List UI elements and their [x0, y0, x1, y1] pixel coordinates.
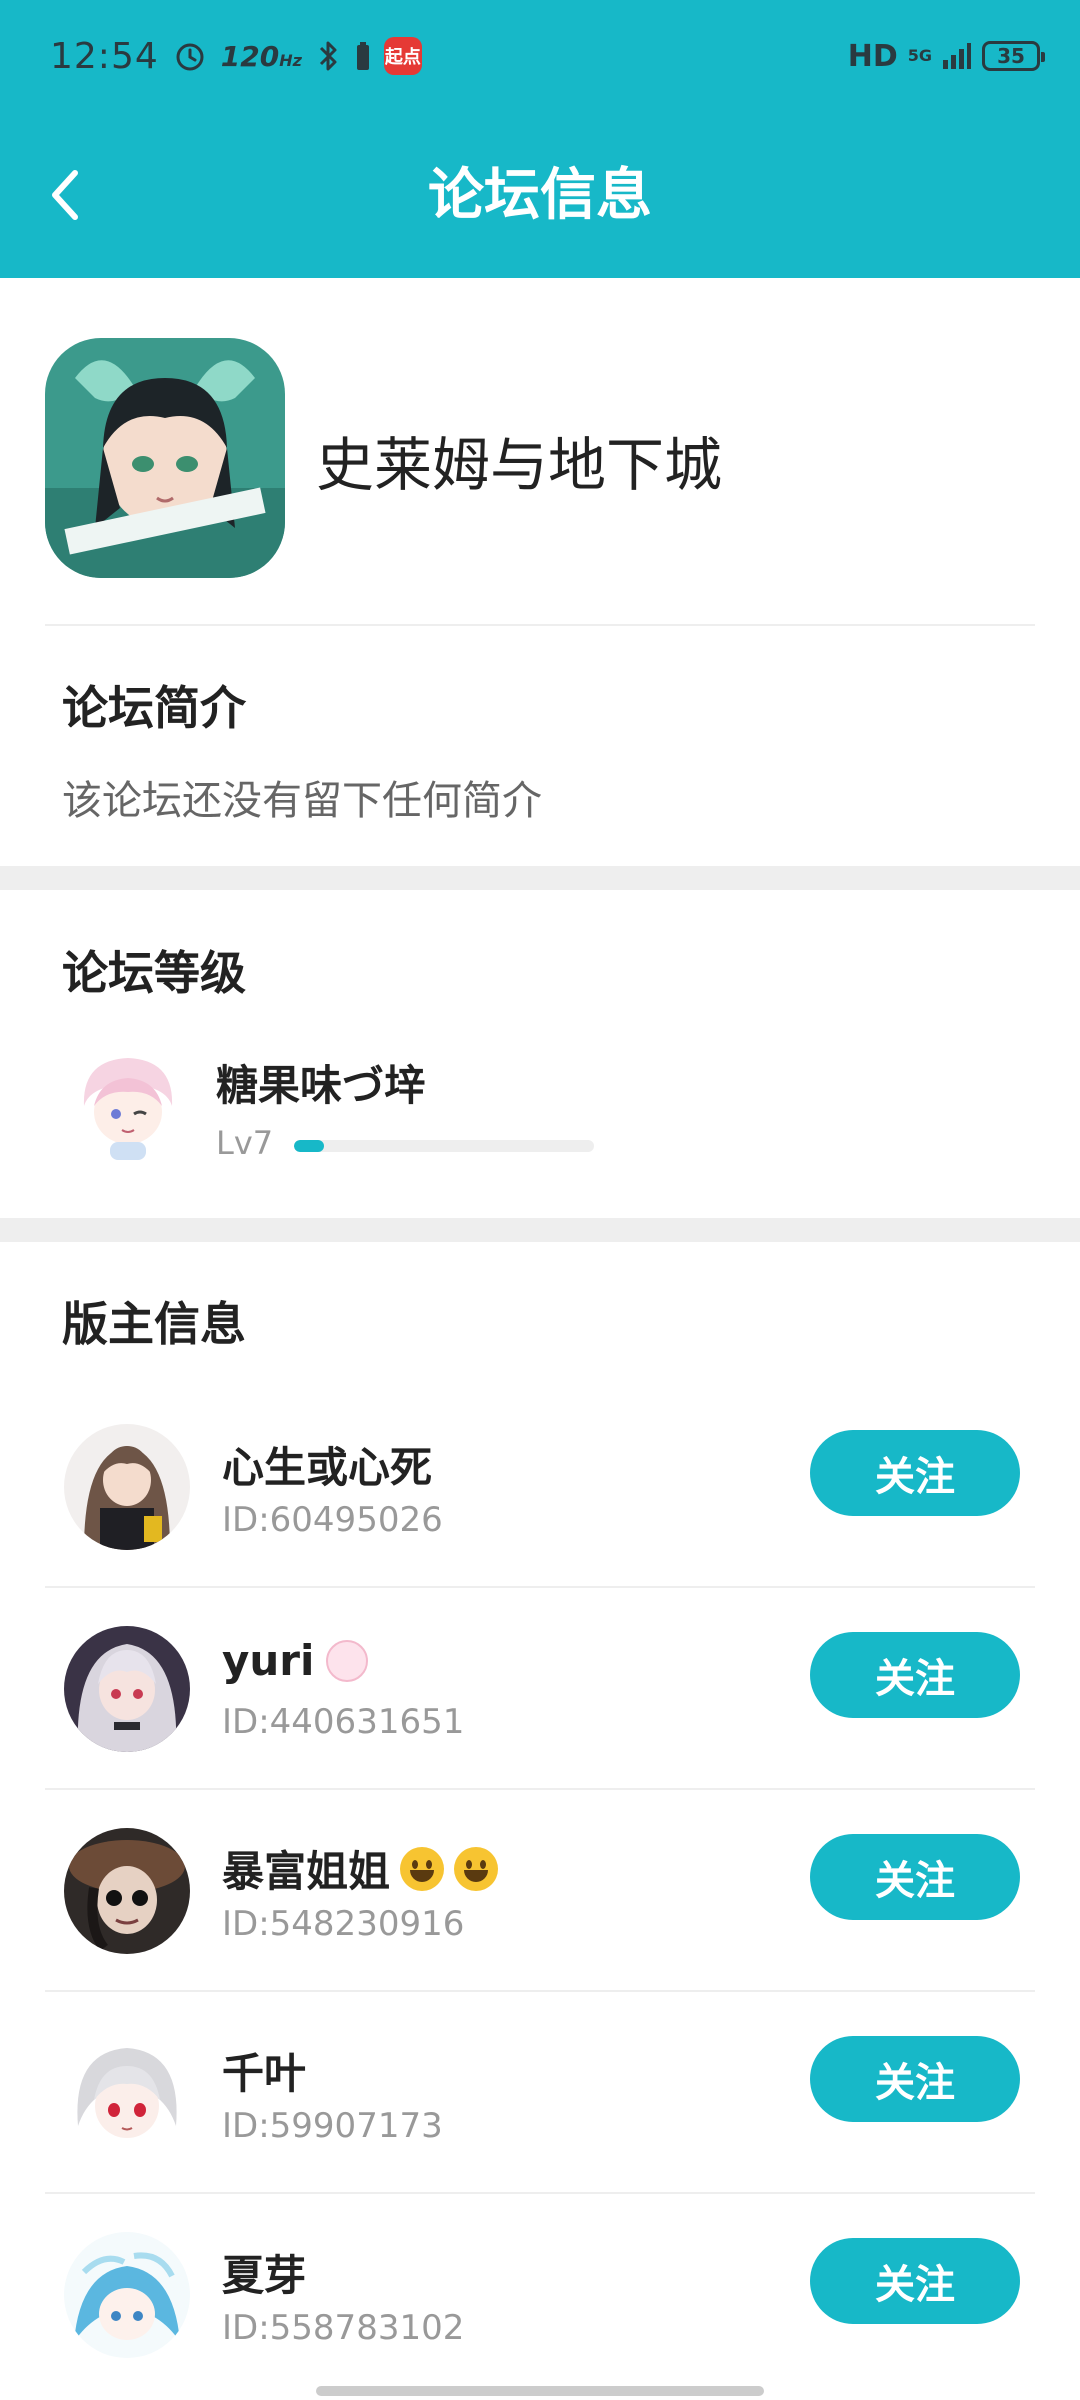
follow-button[interactable]: 关注 [810, 1834, 1020, 1920]
level-label: Lv7 [216, 1124, 274, 1162]
app-header: 12:54 120Hz 起点 HD 5G 35 论坛信息 [0, 0, 1080, 278]
page-title: 论坛信息 [428, 163, 652, 228]
section-separator [0, 866, 1080, 890]
moderator-name: 夏芽 [222, 2242, 306, 2303]
moderator-id: ID:60495026 [222, 1500, 443, 1540]
moderator-avatar[interactable] [64, 1626, 190, 1752]
refresh-rate-unit: Hz [279, 50, 302, 70]
moderator-name-text: 夏芽 [222, 2251, 307, 2300]
forum-avatar [45, 338, 285, 578]
follow-button[interactable]: 关注 [810, 1430, 1020, 1516]
signal-icon [942, 42, 972, 70]
moderator-id: ID:548230916 [222, 1904, 465, 1944]
moderator-id: ID:440631651 [222, 1702, 465, 1742]
user-avatar[interactable] [70, 1046, 186, 1162]
moderator-name: 暴富姐姐 [222, 1838, 499, 1899]
moderator-row[interactable]: 夏芽 ID:558783102 关注 [0, 2194, 1080, 2396]
level-user-name: 糖果味づ垶 [216, 1061, 427, 1110]
moderator-name-text: 心生或心死 [222, 1443, 433, 1492]
status-time: 12:54 [50, 35, 159, 77]
forum-divider [45, 624, 1035, 626]
moderator-name-text: yuri [222, 1636, 315, 1685]
follow-button[interactable]: 关注 [810, 1632, 1020, 1718]
level-section-title: 论坛等级 [62, 946, 246, 1000]
sticker-icon [326, 1639, 369, 1682]
moderator-name-text: 暴富姐姐 [222, 1847, 391, 1896]
title-bar: 论坛信息 [0, 110, 1080, 278]
moderator-name: 千叶 [222, 2040, 306, 2101]
follow-button[interactable]: 关注 [810, 2036, 1020, 2122]
follow-button[interactable]: 关注 [810, 2238, 1020, 2324]
network-indicator: 5G [907, 46, 932, 65]
battery-small-icon [356, 41, 370, 71]
app-notification-badge: 起点 [383, 37, 422, 75]
home-indicator[interactable] [316, 2386, 764, 2396]
status-bar: 12:54 120Hz 起点 HD 5G 35 [0, 0, 1080, 110]
moderator-avatar[interactable] [64, 1828, 190, 1954]
status-right: HD 5G 35 [847, 34, 1045, 78]
intro-section-title: 论坛简介 [62, 681, 246, 735]
intro-text: 该论坛还没有留下任何简介 [62, 778, 542, 824]
moderator-row[interactable]: 心生或心死 ID:60495026 关注 [0, 1386, 1080, 1588]
level-progress-bar [294, 1140, 594, 1152]
moderator-row[interactable]: 千叶 ID:59907173 关注 [0, 1992, 1080, 2194]
refresh-rate-value: 120 [220, 39, 280, 73]
status-left: 12:54 120Hz 起点 [50, 34, 422, 78]
moderator-avatar[interactable] [64, 2232, 190, 2358]
battery-icon: 35 [982, 41, 1045, 71]
forum-name: 史莱姆与地下城 [316, 431, 723, 499]
grinning-face-icon [400, 1846, 445, 1891]
moderator-avatar[interactable] [64, 2030, 190, 2156]
alarm-icon [173, 39, 207, 73]
moderator-row[interactable]: 暴富姐姐 ID:548230916 关注 [0, 1790, 1080, 1992]
grinning-face-icon [454, 1846, 499, 1891]
moderator-name: 心生或心死 [222, 1434, 432, 1495]
moderator-row[interactable]: yuri ID:440631651 关注 [0, 1588, 1080, 1790]
moderator-avatar[interactable] [64, 1424, 190, 1550]
moderators-section-title: 版主信息 [62, 1297, 246, 1351]
moderator-id: ID:558783102 [222, 2308, 465, 2348]
moderator-id: ID:59907173 [222, 2106, 443, 2146]
bluetooth-icon [316, 39, 342, 73]
moderator-name-text: 千叶 [222, 2049, 307, 2098]
moderator-name: yuri [222, 1636, 369, 1685]
forum-header: 史莱姆与地下城 [0, 278, 1080, 623]
section-separator [0, 1218, 1080, 1242]
level-progress-fill [294, 1140, 324, 1152]
refresh-rate: 120Hz [221, 40, 302, 73]
hd-indicator: HD [847, 38, 898, 74]
